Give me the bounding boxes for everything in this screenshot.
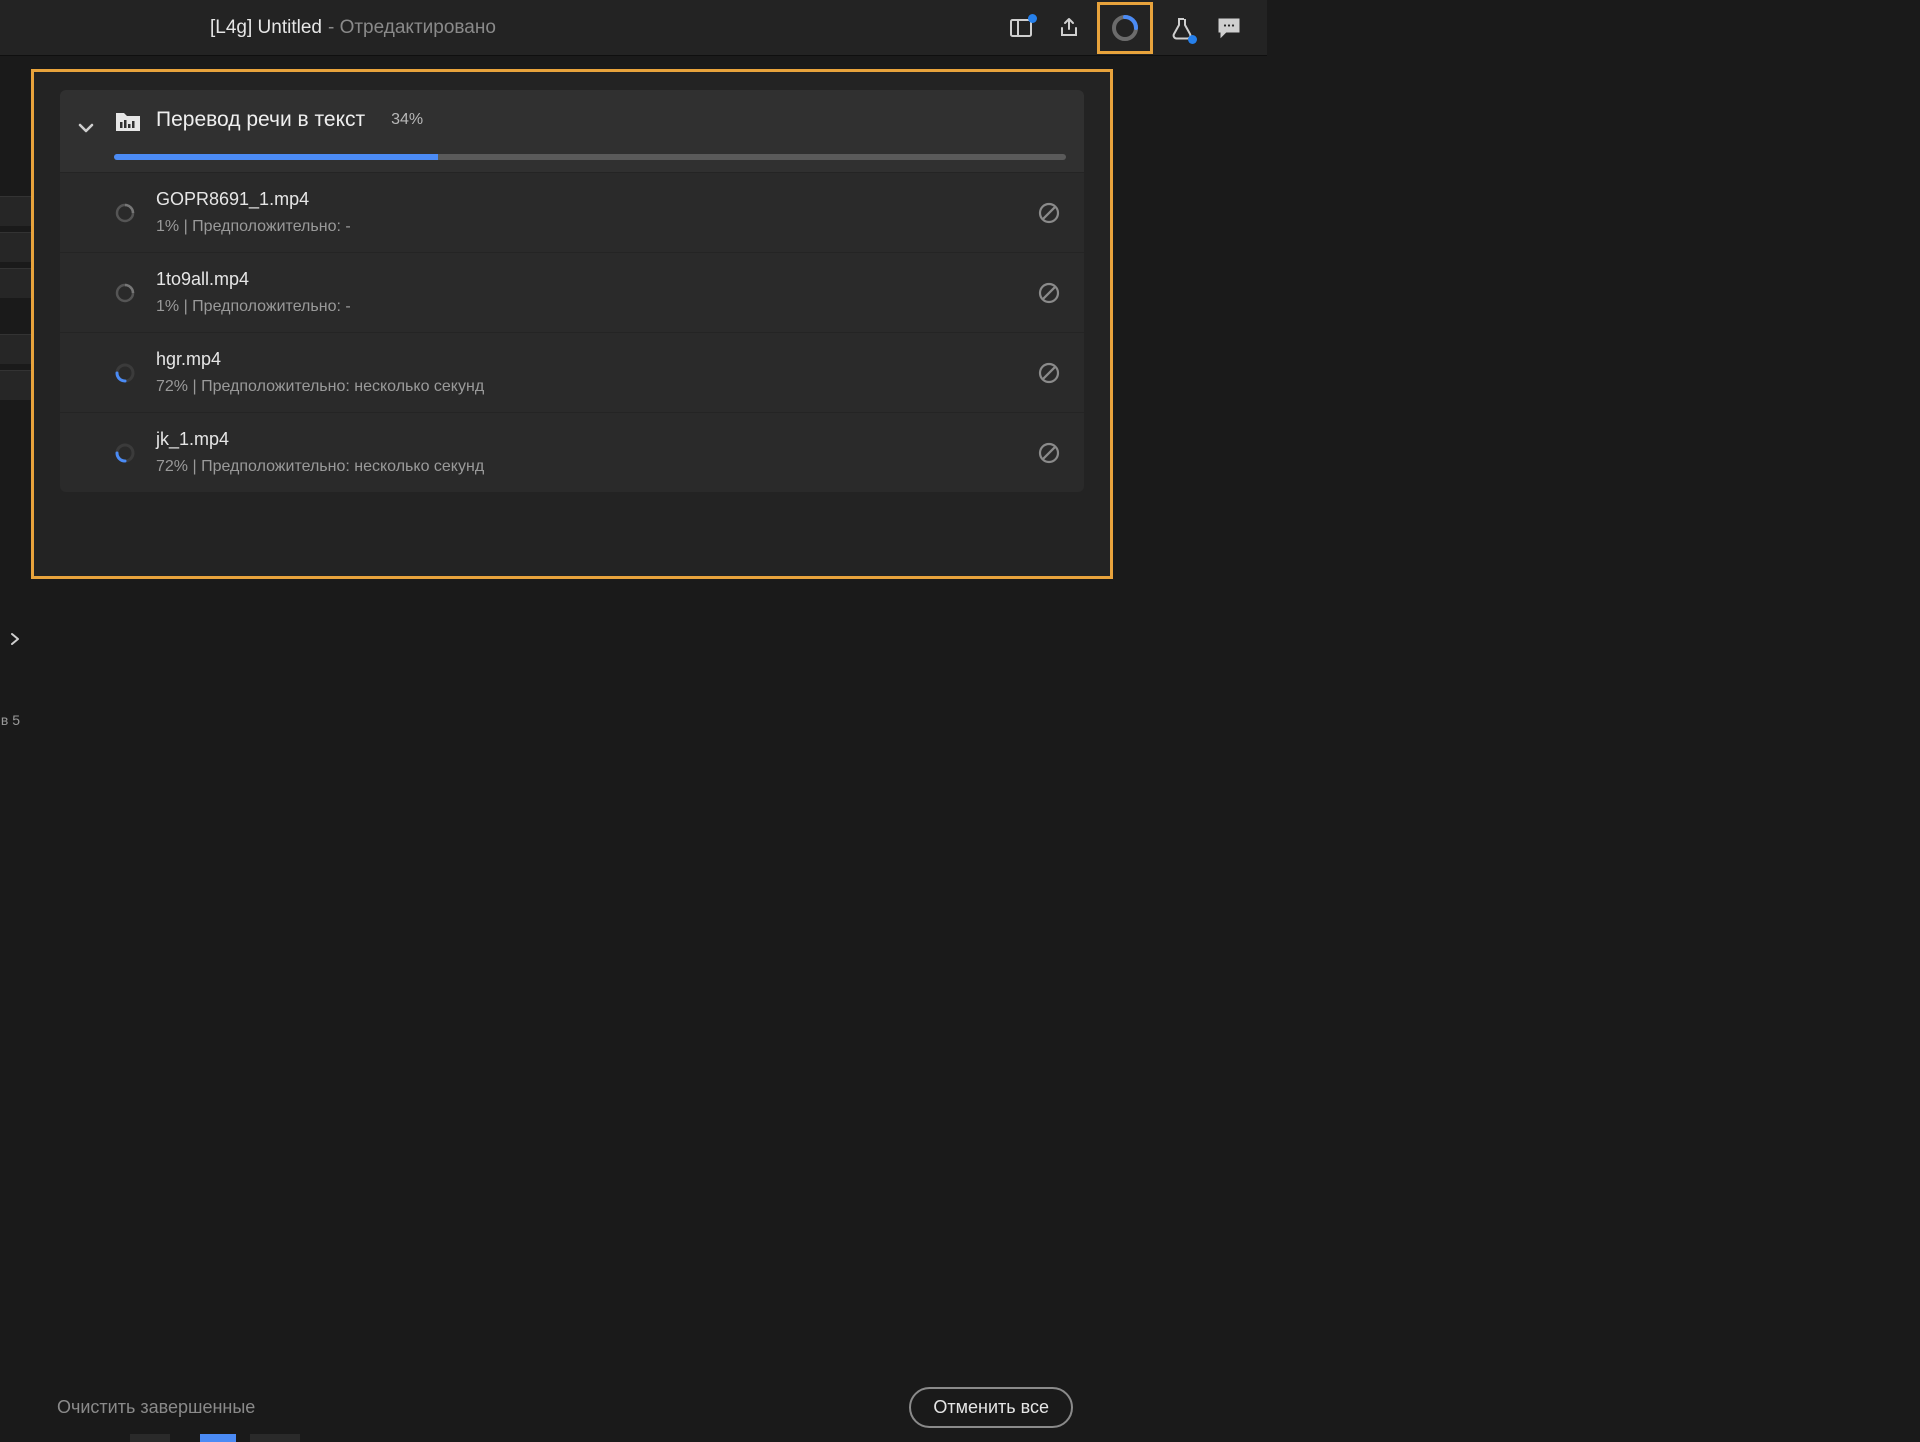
document-title: [L4g] Untitled (210, 17, 322, 39)
collapse-chevron-icon[interactable] (72, 114, 100, 142)
item-name: hgr.mp4 (156, 349, 1014, 370)
spinner-icon (114, 202, 136, 224)
cancel-item-button[interactable] (1034, 198, 1064, 228)
progress-panel: Перевод речи в текст 34% GOPR8691_1.mp4 … (31, 69, 1113, 579)
task-progress-bar (60, 154, 1084, 172)
task-type-icon (114, 108, 142, 136)
cancel-item-button[interactable] (1034, 438, 1064, 468)
labs-icon[interactable] (1161, 8, 1201, 48)
item-name: GOPR8691_1.mp4 (156, 189, 1014, 210)
item-status: 72% | Предположительно: несколько секунд (156, 458, 1014, 476)
panel-footer: Очистить завершенные Отменить все (31, 1387, 1113, 1428)
task-progress-fill (114, 154, 438, 160)
task-item: jk_1.mp4 72% | Предположительно: несколь… (60, 412, 1084, 492)
spinner-icon (114, 282, 136, 304)
left-label: в 5 (0, 712, 20, 728)
timeline-stub (130, 1434, 310, 1442)
item-name: jk_1.mp4 (156, 429, 1014, 450)
document-status: - Отредактировано (328, 17, 496, 39)
workspace-icon[interactable] (1001, 8, 1041, 48)
cancel-all-button[interactable]: Отменить все (909, 1387, 1073, 1428)
cancel-item-button[interactable] (1034, 358, 1064, 388)
task-item: hgr.mp4 72% | Предположительно: нескольк… (60, 332, 1084, 412)
progress-button[interactable] (1097, 2, 1153, 54)
expand-chevron-icon[interactable] (6, 630, 24, 648)
share-icon[interactable] (1049, 8, 1089, 48)
task-item: GOPR8691_1.mp4 1% | Предположительно: - (60, 172, 1084, 252)
task-item: 1to9all.mp4 1% | Предположительно: - (60, 252, 1084, 332)
task-header: Перевод речи в текст 34% (60, 90, 1084, 154)
clear-completed-button[interactable]: Очистить завершенные (57, 1397, 255, 1418)
topbar-icon-group (1001, 2, 1249, 54)
item-status: 72% | Предположительно: несколько секунд (156, 378, 1014, 396)
task-title: Перевод речи в текст (156, 108, 365, 132)
task-items: GOPR8691_1.mp4 1% | Предположительно: - … (60, 172, 1084, 492)
item-name: 1to9all.mp4 (156, 269, 1014, 290)
spinner-icon (114, 442, 136, 464)
left-strip: в 5 (0, 56, 31, 1442)
task-percent: 34% (391, 111, 423, 129)
item-status: 1% | Предположительно: - (156, 218, 1014, 236)
cancel-item-button[interactable] (1034, 278, 1064, 308)
spinner-icon (114, 362, 136, 384)
item-status: 1% | Предположительно: - (156, 298, 1014, 316)
top-bar: [L4g] Untitled - Отредактировано (0, 0, 1267, 56)
comments-icon[interactable] (1209, 8, 1249, 48)
